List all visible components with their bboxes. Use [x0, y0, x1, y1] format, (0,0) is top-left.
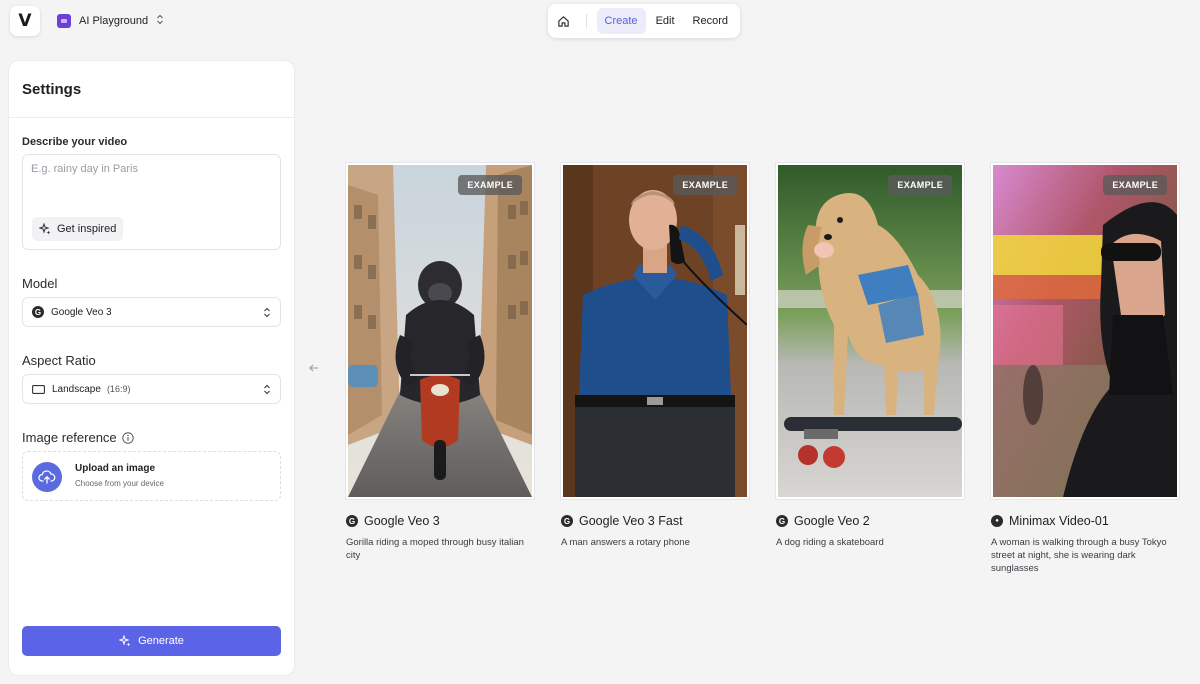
- info-icon[interactable]: [121, 431, 134, 444]
- google-icon: G: [776, 515, 788, 527]
- upload-cloud-icon: [32, 462, 62, 492]
- example-model: ● Minimax Video-01: [991, 514, 1179, 528]
- model-select[interactable]: G Google Veo 3: [22, 297, 281, 327]
- sparkle-icon: [39, 223, 51, 235]
- video-description-input[interactable]: [31, 163, 271, 207]
- top-navigation: Create Edit Record: [548, 4, 740, 38]
- example-thumbnail-dog[interactable]: EXAMPLE: [776, 163, 964, 499]
- model-label: Model: [22, 276, 58, 291]
- tab-record[interactable]: Record: [685, 8, 736, 34]
- model-value: Google Veo 3: [51, 306, 112, 318]
- upload-title: Upload an image: [75, 463, 156, 474]
- aspect-ratio-select[interactable]: Landscape (16:9): [22, 374, 281, 404]
- aspect-ratio-value: (16:9): [106, 384, 131, 394]
- prompt-box: Get inspired: [22, 154, 281, 250]
- settings-title: Settings: [22, 81, 82, 98]
- example-thumbnail-tokyo[interactable]: EXAMPLE: [991, 163, 1179, 499]
- example-description: A woman is walking through a busy Tokyo …: [991, 537, 1167, 574]
- example-badge: EXAMPLE: [673, 175, 737, 195]
- chevron-updown-icon: [156, 14, 164, 28]
- home-icon: [558, 15, 570, 27]
- example-card[interactable]: EXAMPLE G Google Veo 2 A dog riding a sk…: [776, 163, 964, 550]
- generate-button[interactable]: Generate: [22, 626, 281, 656]
- get-inspired-button[interactable]: Get inspired: [32, 217, 124, 241]
- example-badge: EXAMPLE: [1103, 175, 1167, 195]
- tab-create[interactable]: Create: [596, 8, 646, 34]
- home-button[interactable]: [552, 8, 576, 34]
- example-card[interactable]: EXAMPLE ● Minimax Video-01 A woman is wa…: [991, 163, 1179, 575]
- example-model-name: Google Veo 2: [794, 514, 870, 528]
- chevron-updown-icon: [263, 384, 271, 395]
- aspect-ratio-label: Aspect Ratio: [22, 353, 96, 368]
- generate-label: Generate: [138, 635, 184, 647]
- aspect-value: Landscape: [52, 383, 101, 395]
- example-model-name: Minimax Video-01: [1009, 514, 1109, 528]
- logo-letter: V: [18, 11, 32, 31]
- landscape-icon: [32, 384, 45, 394]
- google-icon: G: [561, 515, 573, 527]
- example-model-name: Google Veo 3: [364, 514, 440, 528]
- upload-subtitle: Choose from your device: [75, 479, 164, 488]
- example-model: G Google Veo 2: [776, 514, 964, 528]
- example-description: A man answers a rotary phone: [561, 537, 690, 548]
- minimax-icon: ●: [991, 515, 1003, 527]
- settings-divider: [9, 117, 294, 118]
- image-reference-header: Image reference: [22, 430, 134, 445]
- sparkle-icon: [119, 635, 131, 647]
- nav-divider: [585, 14, 587, 28]
- workspace-icon: [57, 14, 71, 28]
- workspace-selector[interactable]: AI Playground: [57, 12, 164, 30]
- example-badge: EXAMPLE: [888, 175, 952, 195]
- google-icon: G: [346, 515, 358, 527]
- get-inspired-label: Get inspired: [57, 223, 117, 235]
- image-reference-label: Image reference: [22, 430, 117, 445]
- example-model: G Google Veo 3 Fast: [561, 514, 749, 528]
- describe-label: Describe your video: [22, 136, 128, 148]
- example-description: Gorilla riding a moped through busy ital…: [346, 537, 524, 561]
- collapse-panel-button[interactable]: [303, 356, 325, 380]
- example-thumbnail-phone[interactable]: EXAMPLE: [561, 163, 749, 499]
- settings-panel: Settings Describe your video Get inspire…: [9, 61, 294, 675]
- image-upload-dropzone[interactable]: Upload an image Choose from your device: [22, 451, 281, 501]
- example-model-name: Google Veo 3 Fast: [579, 514, 683, 528]
- example-model: G Google Veo 3: [346, 514, 534, 528]
- app-logo[interactable]: V: [10, 6, 40, 36]
- example-description: A dog riding a skateboard: [776, 537, 884, 548]
- google-icon: G: [32, 306, 44, 318]
- tab-edit[interactable]: Edit: [648, 8, 683, 34]
- chevron-updown-icon: [263, 307, 271, 318]
- workspace-name: AI Playground: [79, 15, 149, 27]
- example-card[interactable]: EXAMPLE G Google Veo 3 Fast A man answer…: [561, 163, 749, 550]
- arrow-left-icon: [309, 364, 318, 372]
- example-badge: EXAMPLE: [458, 175, 522, 195]
- example-card[interactable]: EXAMPLE G Google Veo 3 Gorilla riding a …: [346, 163, 534, 563]
- example-thumbnail-gorilla[interactable]: EXAMPLE: [346, 163, 534, 499]
